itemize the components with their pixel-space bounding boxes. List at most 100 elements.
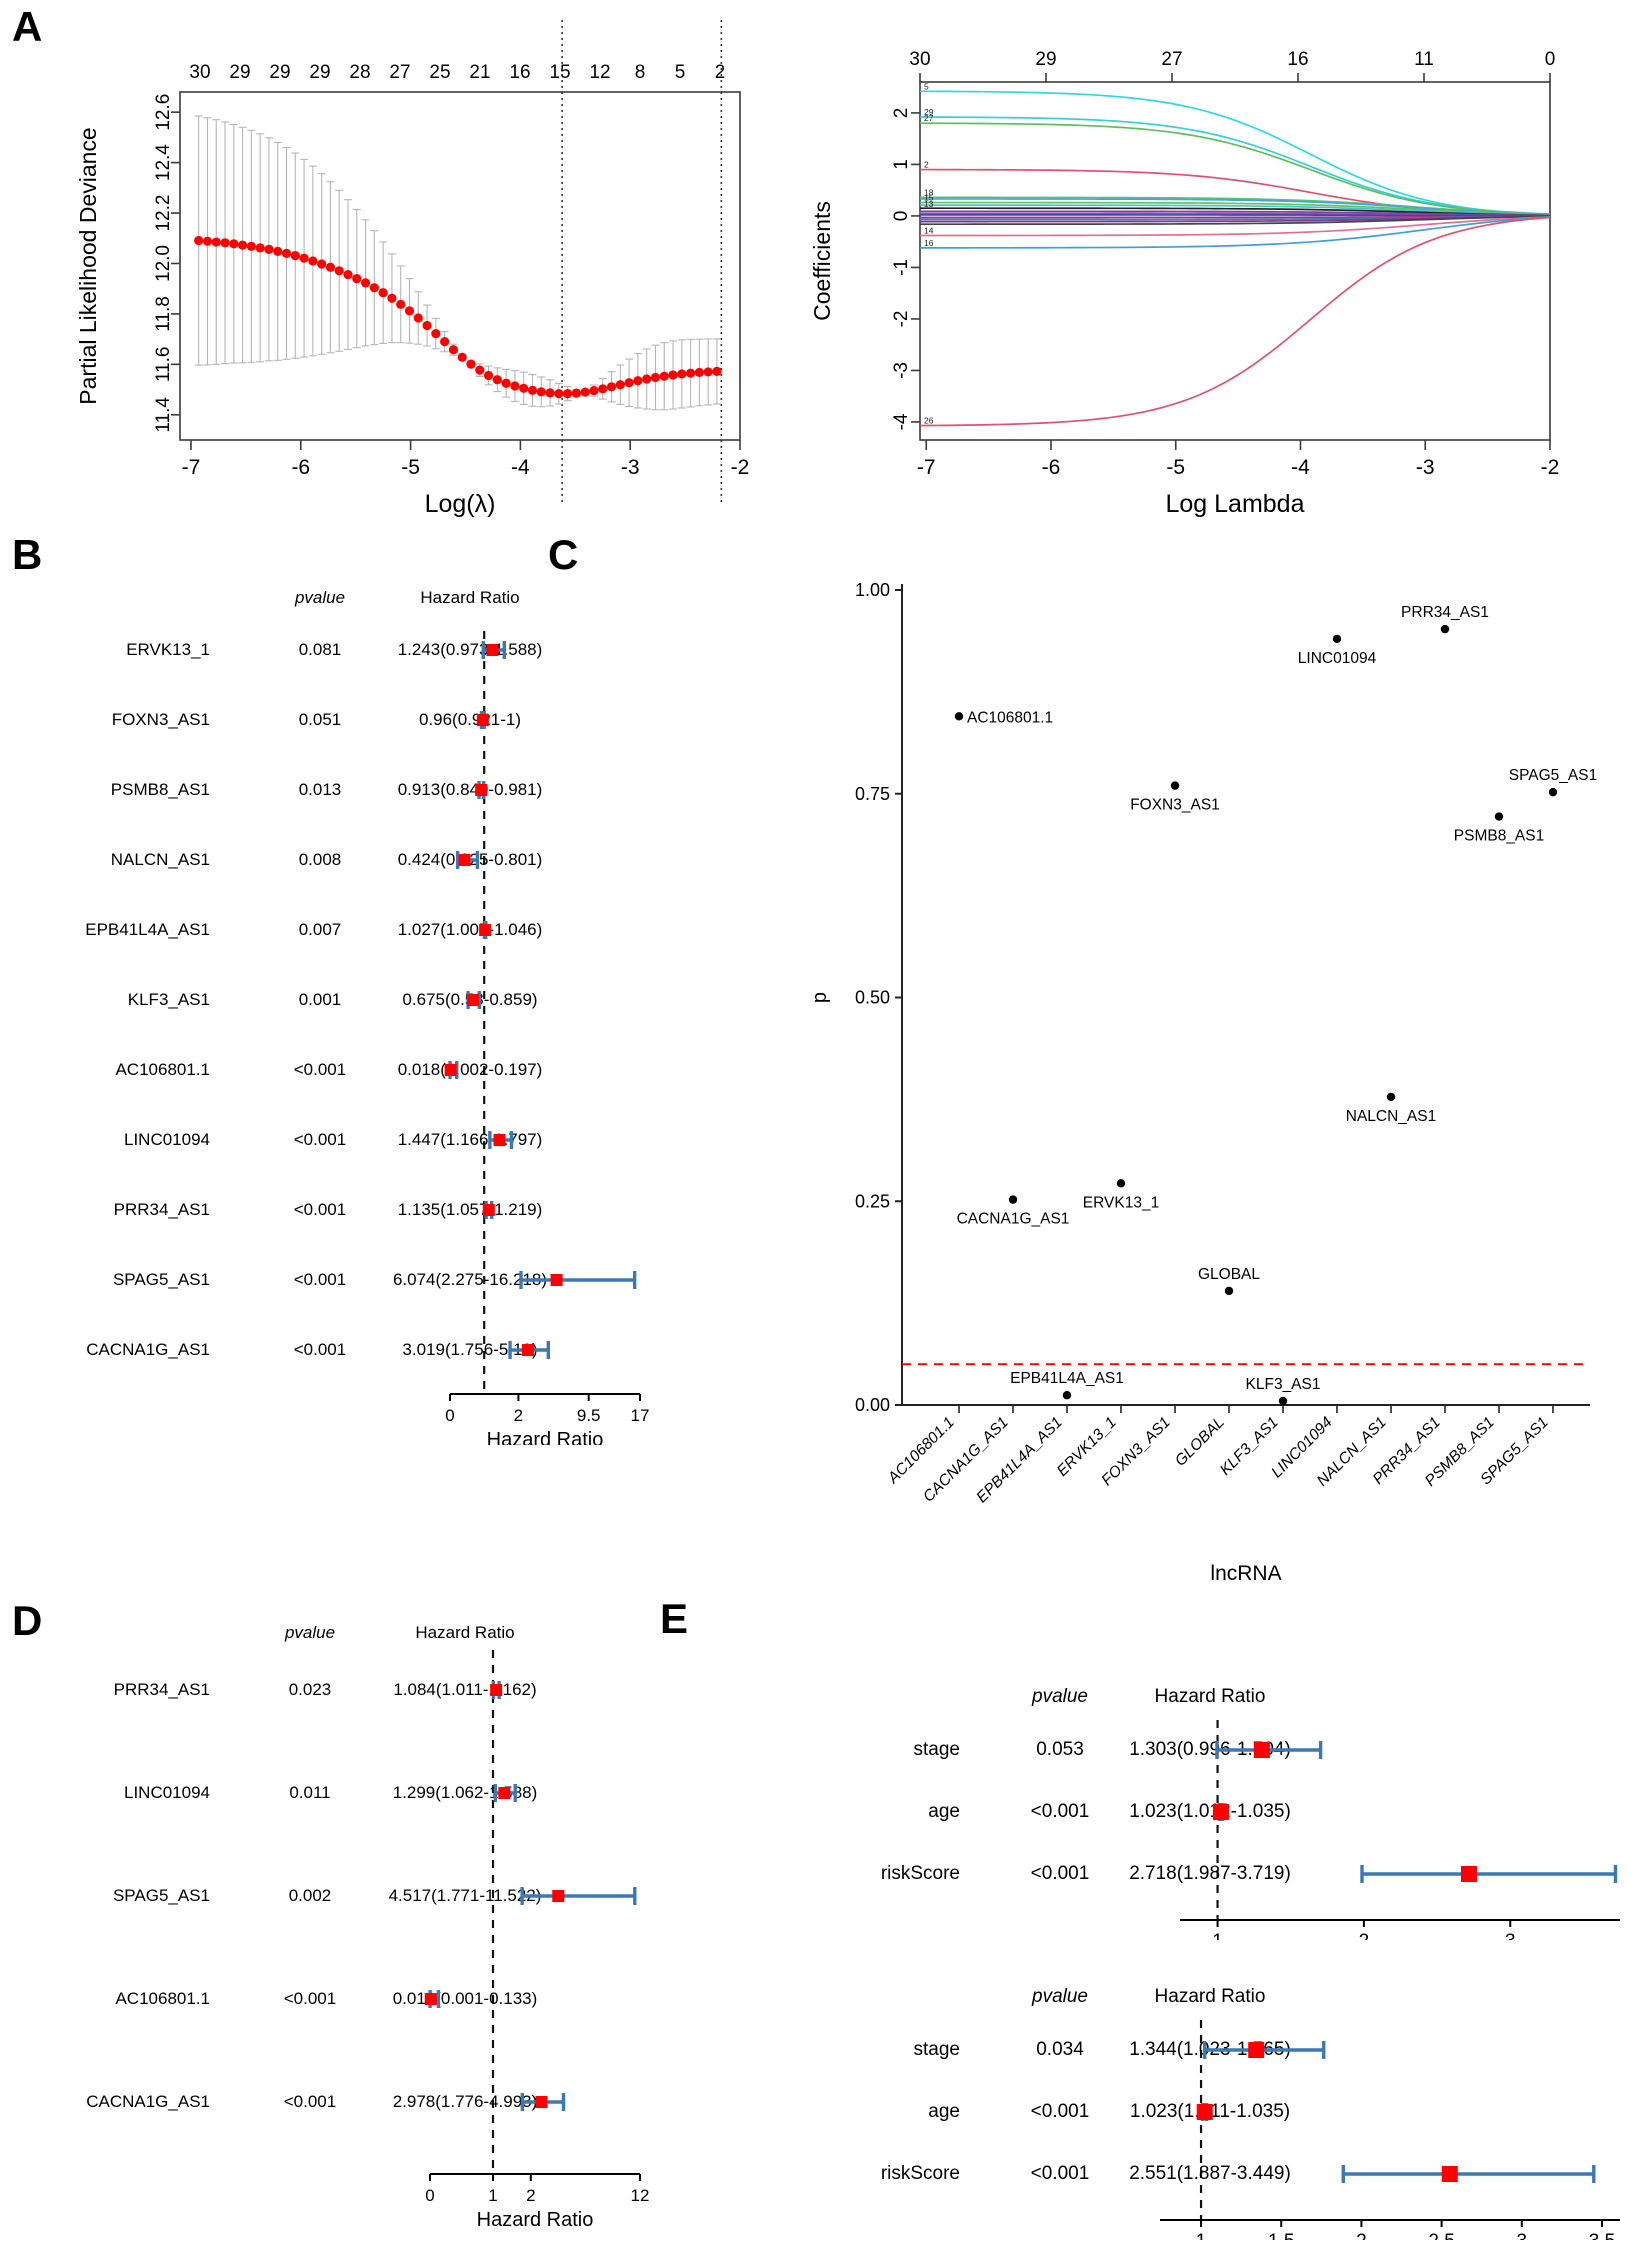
x-axis-tick-label: -3 [1416, 456, 1435, 479]
hazard-ratio-point [482, 1204, 495, 1216]
x-axis-tick-label: 0 [445, 1406, 454, 1425]
row-pvalue: <0.001 [284, 2092, 336, 2111]
y-axis-label: Partial Likelihood Deviance [75, 127, 101, 404]
x-axis-tick-label: 1.5 [1268, 2231, 1294, 2240]
column-header-pvalue: pvalue [1031, 1686, 1088, 1707]
hazard-ratio-point [479, 924, 492, 936]
scatter-point [1440, 624, 1450, 634]
x-axis-tick-label: -4 [511, 456, 530, 479]
y-axis-tick-label: 12.2 [153, 195, 174, 232]
univariate-cox-forest-plot: pvalue Hazard Ratio ERVK13_1 0.081 1.243(0.9… [85, 588, 650, 1445]
row-label: SPAG5_AS1 [113, 1270, 210, 1289]
x-axis-tick-label: -5 [1166, 456, 1185, 479]
curve-index-label: 14 [924, 226, 934, 236]
row-hazard-ratio: 1.135(1.057-1.219) [398, 1200, 543, 1219]
x-axis-label: Hazard Ratio [487, 1429, 604, 1445]
top-axis-tick-label: 30 [189, 62, 210, 83]
forest-marker [1212, 1803, 1229, 1821]
column-header-pvalue: pvalue [1031, 1986, 1088, 2007]
coefficient-paths [919, 90, 1551, 427]
top-axis-tick-label: 29 [309, 62, 330, 83]
top-axis-tick-label: 28 [349, 62, 370, 83]
top-axis-tick-label: 21 [469, 62, 490, 83]
scatter-point-label: CACNA1G_AS1 [957, 1211, 1070, 1228]
x-axis-tick-label: -5 [401, 456, 420, 479]
row-label: EPB41L4A_AS1 [85, 920, 210, 939]
row-pvalue: <0.001 [294, 1130, 346, 1149]
scatter-point-label: PSMB8_AS1 [1454, 828, 1544, 845]
row-pvalue: 0.001 [299, 990, 342, 1009]
top-axis-tick-label: 16 [509, 62, 530, 83]
clinical-multivariate-forest-plot: pvalue Hazard Ratiostage 0.034 1.344(1.023-… [881, 1986, 1620, 2240]
x-axis-tick-label: 2.5 [1428, 2231, 1454, 2240]
row-label: age [928, 2101, 960, 2122]
x-axis-tick-label: 1 [1212, 1931, 1223, 1940]
hazard-ratio-point [458, 854, 471, 866]
row-pvalue: <0.001 [294, 1340, 346, 1359]
row-pvalue: 0.011 [289, 1783, 330, 1802]
y-axis-tick-label: 1.00 [855, 580, 890, 600]
ph-assumption-scatter-plot: 0.00 0.25 0.50 0.75 1.00 AC106801.1 CACNA1G_AS… [809, 580, 1597, 1585]
hazard-ratio-point [486, 644, 499, 656]
row-pvalue: 0.034 [1036, 2039, 1084, 2060]
x-axis-tick-label: -2 [1541, 456, 1560, 479]
y-axis-tick-label: -1 [891, 259, 912, 276]
row-label: SPAG5_AS1 [113, 1886, 210, 1905]
y-axis-tick-label: 11.4 [153, 397, 174, 433]
y-axis-tick-label: 12.6 [153, 94, 174, 131]
top-axis-tick-label: 27 [1161, 49, 1182, 70]
x-axis-tick-label: 2 [1356, 2231, 1367, 2240]
x-axis-tick-label: -6 [1042, 456, 1061, 479]
hazard-ratio-point [1212, 1804, 1229, 1820]
multivariate-cox-forest-plot: pvalue Hazard Ratio PRR34_AS1 0.023 1.084(1.… [86, 1623, 649, 2230]
scatter-point-label: AC106801.1 [967, 709, 1053, 726]
x-axis-tick-label: -3 [621, 456, 640, 479]
row-pvalue: 0.007 [299, 920, 342, 939]
row-label: NALCN_AS1 [111, 850, 210, 869]
row-label: PSMB8_AS1 [111, 780, 210, 799]
curve-index-label: 16 [924, 238, 934, 248]
y-axis-tick-label: 11.6 [153, 347, 174, 383]
x-axis-label: Log Lambda [1165, 490, 1304, 518]
clinical-univariate-forest-plot: pvalue Hazard Ratiostage 0.053 1.303(0.996-… [881, 1686, 1620, 1940]
row-pvalue: 0.081 [299, 640, 342, 659]
hazard-ratio-point [521, 1344, 534, 1356]
scatter-point [1224, 1286, 1234, 1296]
top-axis-tick-label: 5 [675, 62, 686, 83]
row-pvalue: 0.002 [289, 1886, 332, 1905]
x-axis-label: lncRNA [1210, 1562, 1281, 1585]
hazard-ratio-point [1460, 1866, 1477, 1882]
column-header-pvalue: pvalue [284, 1623, 335, 1642]
y-axis-tick-label: -4 [891, 413, 912, 430]
y-axis-label: Coefficients [809, 201, 835, 321]
top-axis-tick-label: 12 [589, 62, 610, 83]
x-axis-tick-label: 2 [514, 1406, 523, 1425]
curve-index-label: 5 [924, 81, 929, 91]
panel-label-e: E [660, 1595, 689, 1642]
column-header-hazard-ratio: Hazard Ratio [1155, 1686, 1266, 1707]
scatter-point [1116, 1179, 1126, 1188]
column-header-pvalue: pvalue [294, 588, 345, 607]
forest-marker [1360, 1865, 1618, 1883]
top-axis-tick-label: 0 [1545, 49, 1556, 70]
row-pvalue: <0.001 [1031, 1801, 1090, 1822]
hazard-ratio-point [493, 1134, 506, 1146]
row-label: stage [914, 1739, 960, 1760]
x-axis-tick-label: -6 [291, 456, 310, 479]
y-axis-tick-label: 12.4 [153, 144, 174, 181]
x-axis-tick-label: 17 [631, 1406, 650, 1425]
y-axis-tick-label: 11.8 [153, 296, 174, 332]
y-axis-tick-label: 0.75 [855, 784, 890, 804]
top-axis-tick-label: 27 [389, 62, 410, 83]
top-axis-tick-label: 16 [1287, 49, 1308, 70]
scatter-point [954, 712, 964, 721]
row-label: LINC01094 [124, 1783, 210, 1802]
row-pvalue: <0.001 [294, 1060, 346, 1079]
scatter-point-label: KLF3_AS1 [1246, 1376, 1321, 1393]
forest-marker [1196, 2103, 1213, 2121]
cv-deviance-points [194, 235, 722, 399]
panel-label-a: A [12, 3, 43, 50]
row-pvalue: <0.001 [294, 1270, 346, 1289]
hazard-ratio-point [476, 714, 489, 726]
column-header-hazard-ratio: Hazard Ratio [420, 588, 519, 607]
